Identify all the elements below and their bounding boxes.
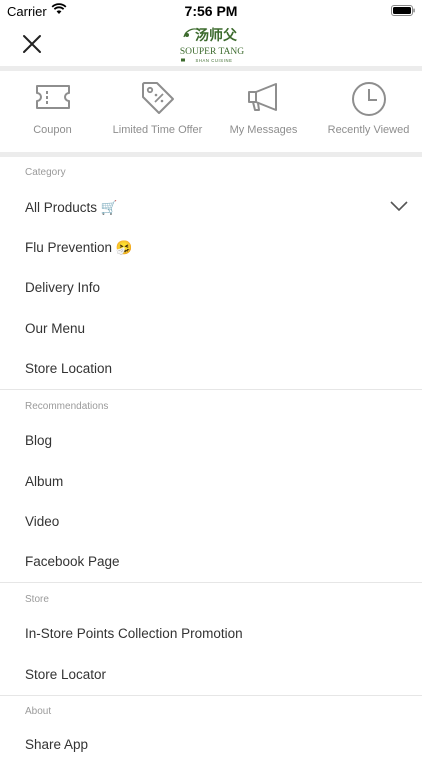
shortcut-label: Limited Time Offer <box>112 124 203 136</box>
shortcuts-row: Coupon Limited Time Offer My Messages Re… <box>0 72 422 152</box>
battery-icon <box>391 5 415 16</box>
logo-tagline-text: SHAN CUISINE <box>196 58 233 63</box>
close-icon[interactable] <box>18 30 46 58</box>
shortcut-limited-time-offer[interactable]: Limited Time Offer <box>105 72 210 152</box>
menu-item-share-app[interactable]: Share App <box>0 725 422 765</box>
logo-chinese-text: 汤师父 <box>195 27 238 44</box>
megaphone-icon <box>247 83 277 111</box>
menu-item-label: Facebook Page <box>25 554 120 569</box>
chevron-down-icon[interactable] <box>390 200 408 212</box>
menu-item-flu-prevention[interactable]: Flu Prevention 🤧 <box>0 228 422 268</box>
menu-item-video[interactable]: Video <box>0 502 422 542</box>
menu-item-label: Blog <box>25 433 53 448</box>
menu-item-label: Delivery Info <box>25 280 101 295</box>
menu-item-label: Store Location <box>25 361 113 376</box>
clock-icon <box>351 82 386 116</box>
shortcut-recently-viewed[interactable]: Recently Viewed <box>316 72 421 152</box>
menu-item-our-menu[interactable]: Our Menu <box>0 309 422 349</box>
section-title-category: Category <box>25 167 66 178</box>
menu-item-label: Store Locator <box>25 667 107 682</box>
section-divider <box>0 582 422 583</box>
shortcut-my-messages[interactable]: My Messages <box>211 72 316 152</box>
shortcut-label: Coupon <box>33 124 72 136</box>
menu-item-facebook-page[interactable]: Facebook Page <box>0 542 422 582</box>
logo-brand-text: SOUPER TANG <box>180 47 244 57</box>
ticket-icon <box>35 85 70 109</box>
menu-item-points-promotion[interactable]: In-Store Points Collection Promotion <box>0 614 422 654</box>
souper-tang-logo: 汤师父 SOUPER TANG SHAN CUISINE <box>180 27 244 63</box>
menu-item-label: Our Menu <box>25 321 86 336</box>
menu-item-label: All Products 🛒 <box>25 200 118 215</box>
shortcut-label: My Messages <box>229 124 298 136</box>
menu-item-all-products[interactable]: All Products 🛒 <box>0 188 422 228</box>
section-divider <box>0 389 422 390</box>
menu-item-blog[interactable]: Blog <box>0 421 422 461</box>
status-bar: Carrier 7:56 PM <box>0 0 422 22</box>
shortcut-label: Recently Viewed <box>327 124 410 136</box>
menu-item-label: Flu Prevention 🤧 <box>25 240 133 255</box>
header-divider <box>0 66 422 71</box>
menu-item-label: In-Store Points Collection Promotion <box>25 626 243 641</box>
menu-item-store-locator[interactable]: Store Locator <box>0 655 422 695</box>
section-title-about: About <box>25 706 52 717</box>
status-time: 7:56 PM <box>184 3 238 19</box>
nav-header: 汤师父 SOUPER TANG SHAN CUISINE <box>0 22 422 67</box>
menu-item-album[interactable]: Album <box>0 462 422 502</box>
menu-item-store-location[interactable]: Store Location <box>0 349 422 389</box>
section-divider <box>0 695 422 696</box>
section-title-recommendations: Recommendations <box>25 401 109 412</box>
shortcuts-divider <box>0 152 422 157</box>
section-title-store: Store <box>25 594 49 605</box>
menu-item-delivery-info[interactable]: Delivery Info <box>0 268 422 308</box>
shortcut-coupon[interactable]: Coupon <box>0 72 105 152</box>
price-tag-icon <box>141 82 174 114</box>
menu-item-label: Video <box>25 514 60 529</box>
menu-item-label: Album <box>25 474 64 489</box>
